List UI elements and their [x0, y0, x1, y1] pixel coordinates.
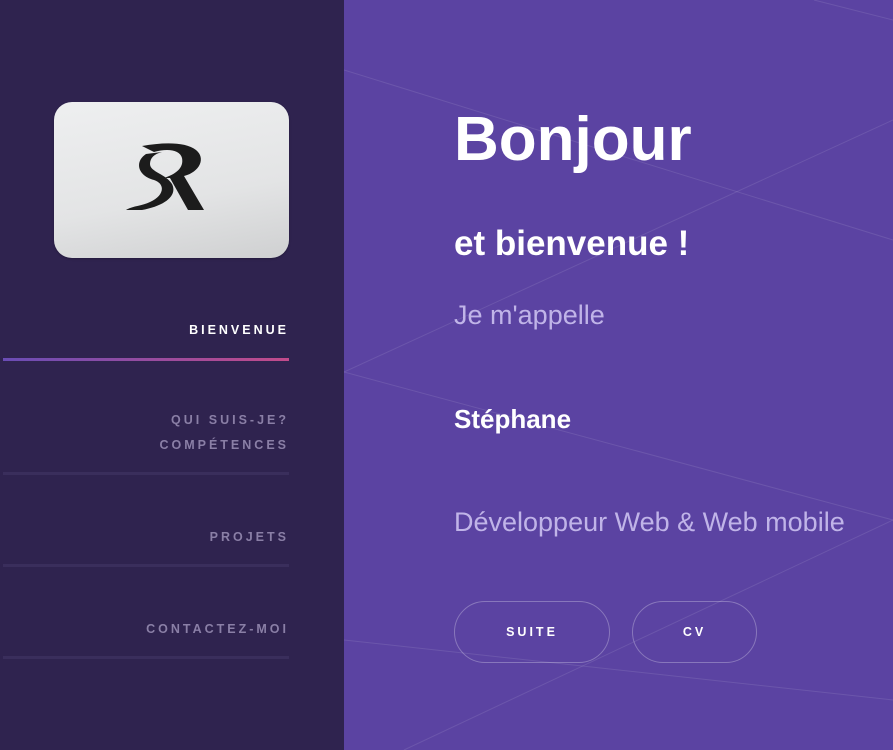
nav-item-label: QUI SUIS-JE? — [171, 413, 289, 427]
nav-item-label-secondary: COMPÉTENCES — [159, 438, 289, 452]
hero-subtitle: et bienvenue ! — [454, 224, 690, 263]
nav-item-label: PROJETS — [209, 530, 289, 544]
logo-card[interactable] — [54, 102, 289, 258]
cv-button[interactable]: CV — [632, 601, 757, 663]
sidebar: BIENVENUE QUI SUIS-JE? COMPÉTENCES PROJE… — [0, 0, 344, 750]
nav-item-bienvenue[interactable]: BIENVENUE — [3, 318, 289, 363]
sr-monogram-logo-icon — [126, 143, 204, 210]
hero-title: Bonjour — [454, 105, 692, 174]
nav-item-projets[interactable]: PROJETS — [3, 525, 289, 570]
nav-item-label: BIENVENUE — [189, 323, 289, 337]
nav-divider — [3, 564, 289, 567]
nav-item-contactez-moi[interactable]: CONTACTEZ-MOI — [3, 617, 289, 662]
nav-item-qui-suis-je[interactable]: QUI SUIS-JE? COMPÉTENCES — [3, 408, 289, 478]
hero-section: Bonjour et bienvenue ! Je m'appelle Stép… — [344, 0, 893, 750]
nav-active-underline — [3, 358, 289, 361]
suite-button[interactable]: SUITE — [454, 601, 610, 663]
nav-divider — [3, 656, 289, 659]
hero-name: Stéphane — [454, 404, 572, 434]
hero-intro: Je m'appelle — [454, 300, 605, 330]
hero-role: Développeur Web & Web mobile — [454, 507, 845, 537]
nav-item-label: CONTACTEZ-MOI — [146, 622, 289, 636]
nav-divider — [3, 472, 289, 475]
